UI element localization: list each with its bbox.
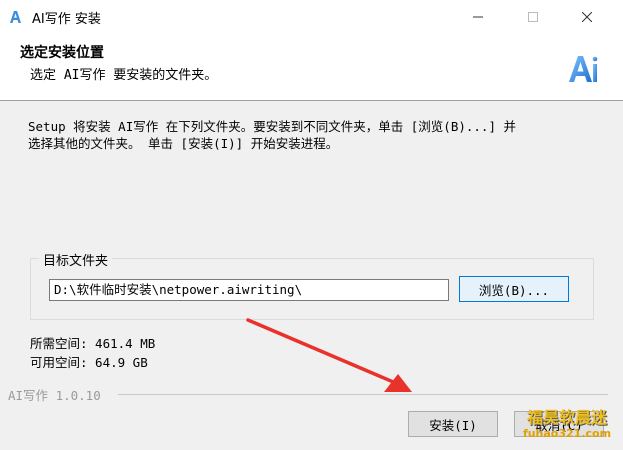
site-watermark: 福昊软晨迷 fuhao321.com (515, 410, 619, 448)
maximize-button[interactable] (510, 0, 556, 34)
ai-logo-icon (569, 56, 598, 82)
required-space: 所需空间: 461.4 MB (30, 336, 156, 351)
minimize-icon (473, 16, 483, 18)
branding-text: AI写作 1.0.10 (8, 388, 101, 403)
watermark-title: 福昊软晨迷 (526, 408, 607, 427)
branding-divider (118, 394, 608, 395)
page-title: 选定安装位置 (20, 45, 104, 61)
watermark-url: fuhao321.com (522, 427, 612, 440)
intro-line-1: Setup 将安装 AI写作 在下列文件夹。要安装到不同文件夹，单击 [浏览(B… (28, 119, 517, 134)
available-space: 可用空间: 64.9 GB (30, 355, 148, 370)
close-icon (582, 12, 592, 22)
page-subtitle: 选定 AI写作 要安装的文件夹。 (30, 68, 218, 83)
maximize-icon (528, 12, 538, 22)
install-button[interactable]: 安装(I) (408, 411, 498, 437)
window-title: AI写作 安装 (32, 12, 101, 27)
intro-text: Setup 将安装 AI写作 在下列文件夹。要安装到不同文件夹，单击 [浏览(B… (28, 118, 598, 152)
intro-line-2: 选择其他的文件夹。 单击 [安装(I)] 开始安装进程。 (28, 136, 339, 151)
destination-folder-group: 目标文件夹 D:\软件临时安装\netpower.aiwriting\ 浏览(B… (30, 250, 594, 320)
minimize-button[interactable] (455, 0, 501, 34)
page-header: 选定安装位置 选定 AI写作 要安装的文件夹。 (0, 34, 623, 101)
install-path-input[interactable]: D:\软件临时安装\netpower.aiwriting\ (49, 279, 449, 301)
close-button[interactable] (564, 0, 610, 34)
browse-button[interactable]: 浏览(B)... (459, 276, 569, 302)
title-bar: AI写作 安装 (0, 0, 623, 34)
destination-folder-label: 目标文件夹 (39, 250, 113, 269)
app-icon (10, 11, 21, 23)
